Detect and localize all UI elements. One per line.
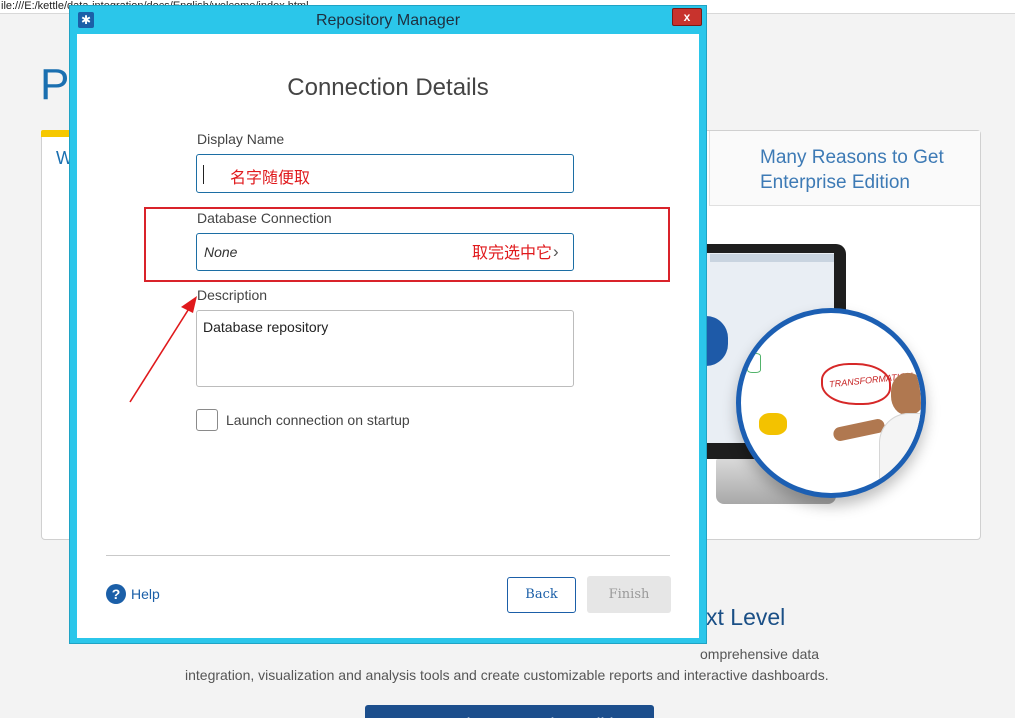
back-button[interactable]: Back <box>507 577 576 613</box>
panel-accent <box>41 130 71 137</box>
help-icon[interactable]: ? <box>106 584 126 604</box>
footer-divider <box>106 555 670 556</box>
dialog-title: Repository Manager <box>315 12 461 29</box>
reasons-link[interactable]: Many Reasons to Get Enterprise Edition <box>760 145 970 195</box>
launch-on-startup-checkbox[interactable] <box>196 409 218 431</box>
promo-text-line1: omprehensive data <box>700 646 820 662</box>
database-connection-annotation: 取完选中它 <box>472 245 553 262</box>
dialog-content: Connection Details Display Name 名字随便取 Da… <box>77 34 699 638</box>
text-caret <box>203 165 204 184</box>
display-name-label: Display Name <box>197 131 285 147</box>
repository-manager-dialog: ✱ Repository Manager x Connection Detail… <box>69 5 707 644</box>
promo-text-line2: integration, visualization and analysis … <box>185 667 829 683</box>
database-connection-value: None <box>204 244 238 260</box>
description-label: Description <box>197 287 268 303</box>
page-title: Connection Details <box>287 74 489 101</box>
next-level-heading: xt Level <box>706 604 786 630</box>
dialog-titlebar[interactable]: ✱ Repository Manager x <box>70 6 706 33</box>
description-textarea[interactable]: Database repository <box>196 310 574 387</box>
launch-on-startup-label[interactable]: Launch connection on startup <box>226 412 410 428</box>
help-link[interactable]: Help <box>131 586 160 602</box>
enterprise-illustration: TRANSFORMATION <box>706 244 946 534</box>
display-name-annotation: 名字随便取 <box>230 170 311 187</box>
chevron-right-icon[interactable]: › <box>553 242 559 262</box>
get-enterprise-button[interactable]: Get Pentaho Enterprise Edition <box>365 705 654 718</box>
close-button[interactable]: x <box>672 8 702 26</box>
finish-button[interactable]: Finish <box>587 576 671 613</box>
database-connection-label: Database Connection <box>197 210 332 226</box>
presenter-image: TRANSFORMATION <box>736 308 926 498</box>
